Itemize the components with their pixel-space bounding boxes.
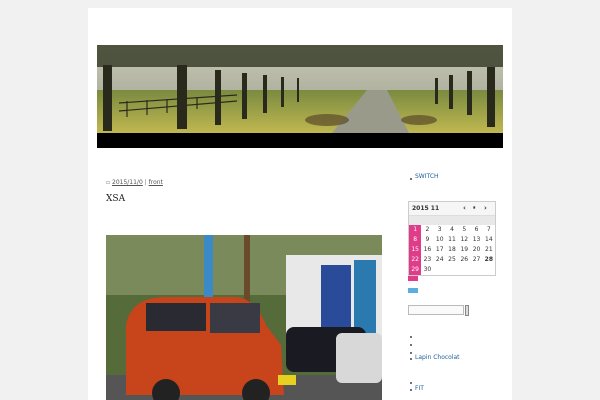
sidebar-link-fit[interactable]: FIT: [415, 385, 424, 392]
calendar-day[interactable]: 25: [446, 255, 458, 265]
calendar-day[interactable]: 12: [458, 235, 470, 245]
calendar-day[interactable]: 9: [421, 235, 433, 245]
sidebar-bullet: [410, 352, 412, 354]
chevron-left-icon[interactable]: ‹: [463, 204, 466, 212]
calendar-day[interactable]: 21: [483, 245, 495, 255]
calendar-day[interactable]: 7: [483, 225, 495, 235]
page-container: ▫ 2015/11/0 | front XSA SWITCH 2015 11 ‹…: [88, 8, 512, 400]
calendar-day[interactable]: 28: [483, 255, 495, 265]
calendar-day[interactable]: 8: [409, 235, 422, 245]
calendar-icon: ▫: [106, 179, 111, 186]
calendar-weekday-row: [409, 216, 495, 225]
search-button[interactable]: [465, 305, 469, 316]
post-photo: [106, 235, 382, 400]
calendar-widget: 2015 11 ‹ ⏸ › 1 2 3 4 5 6 7 8 9 10 11 12 13 14 15 16 17 1…: [408, 201, 496, 276]
calendar-day: [470, 265, 482, 275]
calendar-day[interactable]: 27: [470, 255, 482, 265]
legend-pink: [408, 276, 418, 281]
calendar-day[interactable]: 14: [483, 235, 495, 245]
sidebar-link-lapin-chocolat[interactable]: Lapin Chocolat: [415, 354, 460, 361]
sidebar-bullet: [410, 344, 412, 346]
calendar-day[interactable]: 11: [446, 235, 458, 245]
post-meta: ▫ 2015/11/0 | front: [106, 179, 163, 186]
post-date-link[interactable]: 2015/11/0: [112, 179, 143, 186]
calendar-day[interactable]: 18: [446, 245, 458, 255]
calendar-day: [483, 265, 495, 275]
sidebar-bullet: [410, 178, 412, 180]
calendar-day[interactable]: 19: [458, 245, 470, 255]
calendar-header: 2015 11 ‹ ⏸ ›: [409, 202, 495, 216]
sidebar-bullet: [410, 389, 412, 391]
chevron-right-icon[interactable]: ›: [484, 204, 487, 212]
calendar-day[interactable]: 20: [470, 245, 482, 255]
calendar-day[interactable]: 22: [409, 255, 422, 265]
calendar-day[interactable]: 5: [458, 225, 470, 235]
calendar-day[interactable]: 29: [409, 265, 422, 275]
sidebar-bullet: [410, 336, 412, 338]
calendar-day[interactable]: 2: [421, 225, 433, 235]
sidebar-link-switch[interactable]: SWITCH: [415, 173, 439, 180]
calendar-day[interactable]: 6: [470, 225, 482, 235]
calendar-day[interactable]: 3: [434, 225, 446, 235]
calendar-grid: 1 2 3 4 5 6 7 8 9 10 11 12 13 14 15 16 17 18 19 20 21 22 23 24 2…: [409, 225, 495, 275]
calendar-day[interactable]: 15: [409, 245, 422, 255]
calendar-day[interactable]: 1: [409, 225, 422, 235]
calendar-day[interactable]: 24: [434, 255, 446, 265]
calendar-day[interactable]: 4: [446, 225, 458, 235]
calendar-day[interactable]: 30: [421, 265, 433, 275]
calendar-day: [446, 265, 458, 275]
calendar-day: [434, 265, 446, 275]
search-input[interactable]: [408, 305, 464, 315]
calendar-title: 2015 11: [412, 205, 440, 212]
calendar-day[interactable]: 10: [434, 235, 446, 245]
post-category-link[interactable]: front: [149, 179, 163, 186]
calendar-day[interactable]: 23: [421, 255, 433, 265]
sidebar-bullet: [410, 382, 412, 384]
calendar-day[interactable]: 26: [458, 255, 470, 265]
calendar-day[interactable]: 13: [470, 235, 482, 245]
calendar-day[interactable]: 16: [421, 245, 433, 255]
pause-icon[interactable]: ⏸: [473, 205, 476, 211]
sidebar-bullet: [410, 358, 412, 360]
legend-blue: [408, 288, 418, 293]
calendar-day[interactable]: 17: [434, 245, 446, 255]
post-title: XSA: [106, 194, 126, 204]
calendar-day: [458, 265, 470, 275]
header-image: [97, 45, 503, 148]
